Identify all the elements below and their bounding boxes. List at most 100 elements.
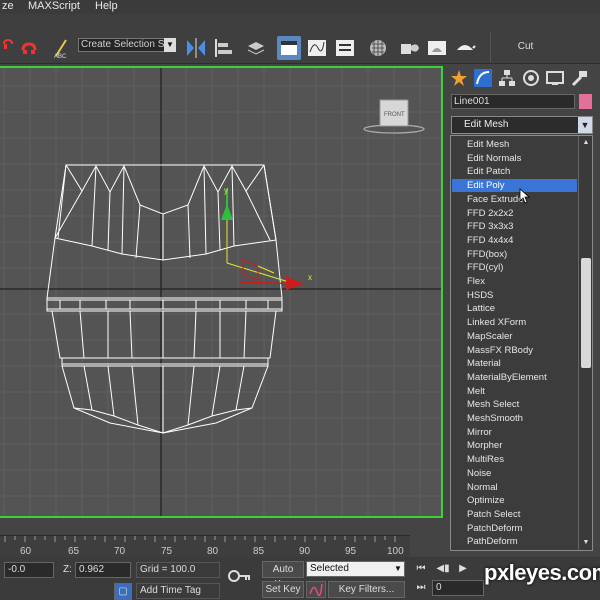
- modifier-list-item[interactable]: Face Extrude: [452, 193, 577, 206]
- modifier-list-item[interactable]: FFD(box): [452, 248, 577, 261]
- menu-item-customize[interactable]: ze: [2, 0, 14, 13]
- command-panel: Line001 Edit Mesh ▼ Edit Mesh Edit Normal…: [445, 64, 600, 554]
- curve-editor-icon[interactable]: [305, 36, 329, 60]
- viewport-grid: y x FRONT: [0, 68, 441, 516]
- modifier-list-item[interactable]: Normal: [452, 481, 577, 494]
- modifier-list-item[interactable]: Flex: [452, 275, 577, 288]
- chevron-down-icon[interactable]: ▼: [394, 562, 404, 576]
- modifier-list-item[interactable]: Edit Mesh: [452, 138, 577, 151]
- ruler-tick-label: 85: [253, 546, 265, 557]
- create-tab-icon[interactable]: [449, 68, 469, 88]
- menu-item-help[interactable]: Help: [95, 0, 118, 13]
- cut-button[interactable]: Cut: [490, 32, 560, 62]
- modifier-list-item[interactable]: Noise: [452, 467, 577, 480]
- key-mode-toggle-icon[interactable]: ⏭: [414, 581, 428, 595]
- modifier-list-item[interactable]: Morpher: [452, 439, 577, 452]
- modifier-list-item[interactable]: FFD 4x4x4: [452, 234, 577, 247]
- chevron-down-icon[interactable]: ▼: [164, 38, 176, 52]
- auto-key-button[interactable]: Auto Key: [262, 561, 304, 590]
- render-setup-icon[interactable]: [398, 36, 422, 60]
- x-coordinate-field[interactable]: -0.0: [4, 562, 54, 578]
- schematic-view-icon[interactable]: [333, 36, 357, 60]
- key-icon[interactable]: [228, 568, 252, 584]
- link-icon[interactable]: [20, 36, 44, 60]
- svg-text:ABC: ABC: [54, 54, 67, 60]
- scrollbar-thumb[interactable]: [581, 258, 591, 368]
- modifier-list-item[interactable]: MeshSmooth: [452, 412, 577, 425]
- key-filters-button[interactable]: Key Filters...: [328, 581, 405, 598]
- front-viewport[interactable]: y x FRONT: [0, 66, 443, 518]
- ruler-ticks: [4, 536, 396, 542]
- modifier-list-item[interactable]: MapScaler: [452, 330, 577, 343]
- menu-item-maxscript[interactable]: MAXScript: [28, 0, 80, 13]
- motion-tab-icon[interactable]: [521, 68, 541, 88]
- scroll-up-icon[interactable]: ▲: [581, 138, 591, 148]
- scroll-down-icon[interactable]: ▼: [581, 538, 591, 548]
- z-coordinate-field[interactable]: 0.962: [75, 562, 131, 578]
- modify-tab-icon[interactable]: [473, 68, 493, 88]
- modifier-list-item[interactable]: HSDS: [452, 289, 577, 302]
- modifier-list-item[interactable]: PatchDeform: [452, 522, 577, 535]
- set-key-button[interactable]: Set Key: [262, 581, 304, 598]
- modifier-list-item[interactable]: FFD(cyl): [452, 261, 577, 274]
- main-toolbar: ABC Create Selection Se ▼ Cut: [0, 14, 600, 64]
- modifier-list-item[interactable]: Patch Select: [452, 508, 577, 521]
- chevron-down-icon[interactable]: ▼: [578, 117, 592, 133]
- current-frame-field[interactable]: 0: [432, 580, 484, 596]
- add-time-tag-button[interactable]: Add Time Tag: [136, 583, 220, 599]
- modifier-list-scrollbar[interactable]: ▲ ▼: [578, 136, 592, 550]
- display-tab-icon[interactable]: [545, 68, 565, 88]
- utilities-tab-icon[interactable]: [569, 68, 589, 88]
- z-coordinate-label: Z:: [63, 564, 72, 575]
- modifier-list-item[interactable]: Edit Patch: [452, 165, 577, 178]
- modifier-list-item[interactable]: MassFX RBody: [452, 344, 577, 357]
- modifier-list-item[interactable]: FFD 3x3x3: [452, 220, 577, 233]
- modifier-list-item[interactable]: MultiRes: [452, 453, 577, 466]
- graphite-ribbon-icon[interactable]: [277, 36, 301, 60]
- ruler-tick-label: 75: [161, 546, 173, 557]
- timeline-ruler[interactable]: 60 65 70 75 80 85 90 95 100: [0, 535, 410, 557]
- modifier-list-item[interactable]: PathDeform: [452, 535, 577, 548]
- material-editor-icon[interactable]: [366, 36, 390, 60]
- align-icon[interactable]: [212, 36, 236, 60]
- modifier-list-item[interactable]: Mirror: [452, 426, 577, 439]
- modifier-list-item[interactable]: Lattice: [452, 302, 577, 315]
- modifier-list-item[interactable]: Mesh Select: [452, 398, 577, 411]
- previous-frame-icon[interactable]: ◀▮: [436, 562, 450, 576]
- select-by-name-icon[interactable]: ABC: [50, 36, 74, 60]
- go-to-start-icon[interactable]: ⏮: [414, 562, 428, 576]
- gizmo-y-label: y: [224, 186, 228, 195]
- layer-manager-icon[interactable]: [244, 36, 268, 60]
- modifier-list-item[interactable]: Edit Normals: [452, 152, 577, 165]
- ruler-tick-label: 65: [68, 546, 80, 557]
- selection-set-dropdown[interactable]: Create Selection Se: [78, 38, 176, 52]
- modifier-list-item[interactable]: MaterialByElement: [452, 371, 577, 384]
- move-gizmo[interactable]: y x: [221, 186, 312, 290]
- play-icon[interactable]: ▶: [456, 562, 470, 576]
- set-key-curve-icon[interactable]: [306, 581, 326, 598]
- modifier-list-dropdown[interactable]: Edit Mesh: [451, 116, 593, 134]
- modifier-list-item[interactable]: FFD 2x2x2: [452, 207, 577, 220]
- ruler-tick-label: 100: [387, 546, 404, 557]
- mirror-icon[interactable]: [184, 36, 208, 60]
- ruler-tick-label: 80: [207, 546, 219, 557]
- ruler-tick-label: 90: [299, 546, 311, 557]
- modifier-list-item[interactable]: Optimize: [452, 494, 577, 507]
- object-color-swatch[interactable]: [579, 94, 592, 109]
- gizmo-x-label: x: [308, 273, 312, 282]
- modifier-list-item[interactable]: Material: [452, 357, 577, 370]
- watermark-text: pxleyes.com: [484, 560, 600, 585]
- modifier-list-item[interactable]: Edit Poly: [452, 179, 577, 193]
- modifier-list-item[interactable]: Melt: [452, 385, 577, 398]
- hierarchy-tab-icon[interactable]: [497, 68, 517, 88]
- modifier-list-item[interactable]: Linked XForm: [452, 316, 577, 329]
- rendered-frame-window-icon[interactable]: [425, 36, 449, 60]
- grid-size-readout: Grid = 100.0: [136, 562, 220, 578]
- viewcube-front-label: FRONT: [384, 112, 405, 118]
- ruler-tick-label: 60: [20, 546, 32, 557]
- key-mode-dropdown[interactable]: Selected: [306, 561, 405, 577]
- object-name-field[interactable]: Line001: [451, 94, 575, 109]
- time-tag-icon[interactable]: ▢: [114, 583, 132, 600]
- render-production-icon[interactable]: [453, 36, 477, 60]
- menu-bar: ze MAXScript Help: [0, 0, 600, 14]
